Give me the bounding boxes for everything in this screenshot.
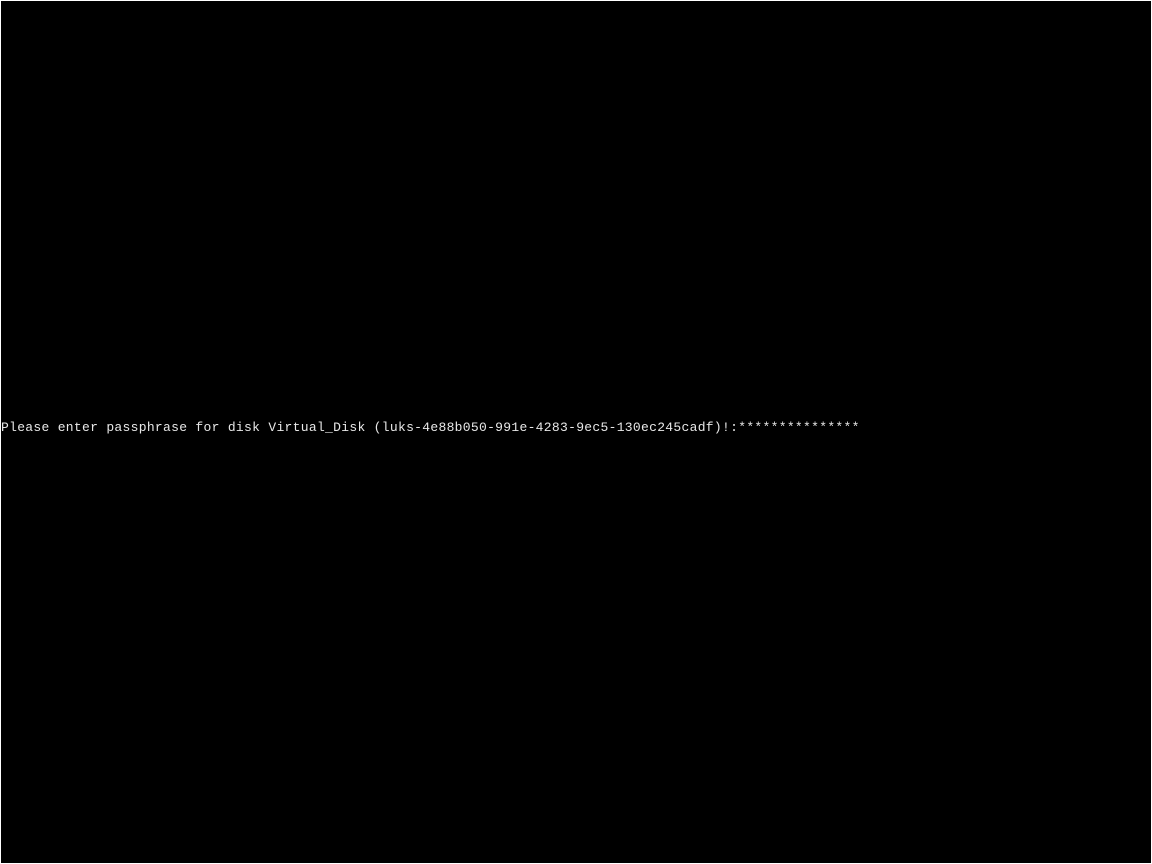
screen-frame: Please enter passphrase for disk Virtual… bbox=[0, 0, 1152, 864]
luks-passphrase-prompt-line: Please enter passphrase for disk Virtual… bbox=[1, 420, 860, 436]
luks-passphrase-masked-value[interactable]: *************** bbox=[738, 420, 860, 436]
luks-passphrase-prompt-text: Please enter passphrase for disk Virtual… bbox=[1, 420, 738, 436]
boot-console[interactable]: Please enter passphrase for disk Virtual… bbox=[1, 1, 1151, 863]
